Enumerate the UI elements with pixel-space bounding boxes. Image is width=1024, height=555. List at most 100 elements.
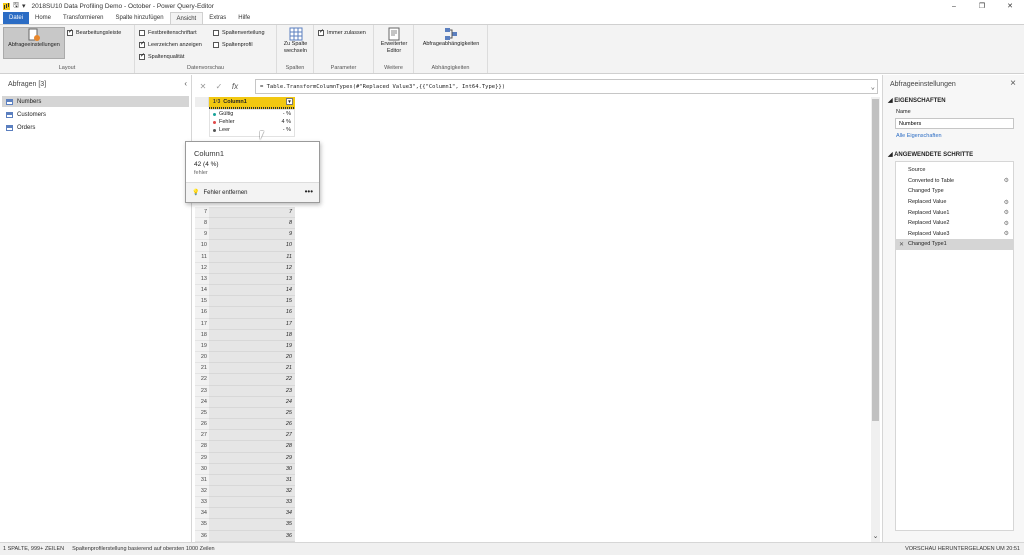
table-row[interactable]: 23 23: [195, 385, 295, 397]
cell-value[interactable]: 19: [209, 340, 295, 353]
table-row[interactable]: 88: [195, 218, 295, 230]
checkbox-monospace[interactable]: [139, 30, 145, 36]
cell-value[interactable]: 16: [209, 307, 295, 319]
close-settings-icon[interactable]: ×: [1010, 78, 1016, 89]
checkbox-formula-bar[interactable]: [67, 28, 73, 36]
minimize-button[interactable]: –: [940, 0, 968, 12]
whitespace-checkbox[interactable]: Leerzeichen anzeigen: [139, 40, 202, 48]
applied-step[interactable]: Source: [896, 165, 1013, 176]
cell-value[interactable]: 8: [209, 218, 295, 230]
applied-step[interactable]: Changed Type: [896, 186, 1013, 197]
cell-value[interactable]: 14: [209, 285, 295, 297]
checkbox-always-allow[interactable]: [318, 28, 324, 36]
tab-ansicht[interactable]: Ansicht: [169, 12, 204, 24]
more-options-icon[interactable]: •••: [305, 187, 313, 196]
checkbox-column-profile[interactable]: [213, 42, 219, 48]
formula-input[interactable]: = Table.TransformColumnTypes(#"Replaced …: [255, 79, 878, 94]
cell-value[interactable]: 23: [209, 385, 295, 397]
checkbox-column-quality[interactable]: [139, 52, 145, 60]
query-item-numbers[interactable]: Numbers: [2, 96, 189, 107]
table-row[interactable]: 77: [195, 207, 295, 219]
table-row[interactable]: 29 29: [195, 452, 295, 464]
tab-hilfe[interactable]: Hilfe: [232, 12, 256, 24]
table-row[interactable]: 15 15: [195, 296, 295, 308]
query-name-input[interactable]: [895, 118, 1014, 129]
cell-value[interactable]: 12: [209, 262, 295, 274]
cancel-formula-icon[interactable]: ✕: [195, 82, 211, 91]
applied-steps-section[interactable]: ◢ ANGEWENDETE SCHRITTE: [888, 151, 973, 158]
table-row[interactable]: 27 27: [195, 430, 295, 442]
remove-errors-action[interactable]: 💡 Fehler entfernen •••: [186, 182, 319, 202]
go-to-column-button[interactable]: Zu Spalte wechseln: [279, 27, 312, 54]
applied-step[interactable]: ✕ Changed Type1: [896, 239, 1013, 250]
column-filter-dropdown-icon[interactable]: ▾: [286, 98, 293, 105]
checkbox-column-distribution[interactable]: [213, 30, 219, 36]
close-window-button[interactable]: ✕: [996, 0, 1024, 12]
quick-access-dropdown-icon[interactable]: ▾: [22, 2, 26, 10]
query-settings-button[interactable]: Abfrageeinstellungen: [3, 27, 65, 59]
step-settings-gear-icon[interactable]: ⚙: [1004, 230, 1009, 237]
query-item-orders[interactable]: Orders: [2, 122, 189, 133]
monospace-checkbox[interactable]: Festbreitenschriftart: [139, 30, 197, 36]
always-allow-checkbox[interactable]: Immer zulassen: [318, 28, 366, 36]
cell-value[interactable]: 32: [209, 486, 295, 498]
scroll-down-icon[interactable]: ⌄: [871, 532, 880, 540]
confirm-formula-icon[interactable]: ✓: [211, 82, 227, 91]
step-settings-gear-icon[interactable]: ⚙: [1004, 177, 1009, 184]
cell-value[interactable]: 25: [209, 407, 295, 420]
applied-step[interactable]: Converted to Table ⚙: [896, 176, 1013, 187]
table-row[interactable]: 18 18: [195, 329, 295, 341]
table-corner-menu[interactable]: [195, 97, 209, 107]
cell-value[interactable]: 17: [209, 318, 295, 330]
cell-value[interactable]: 15: [209, 296, 295, 308]
table-row[interactable]: 33 33: [195, 497, 295, 509]
cell-value[interactable]: 10: [209, 240, 295, 252]
table-row[interactable]: 99: [195, 229, 295, 241]
step-settings-gear-icon[interactable]: ⚙: [1004, 199, 1009, 206]
cell-value[interactable]: 35: [209, 519, 295, 531]
applied-step[interactable]: Replaced Value2 ⚙: [896, 218, 1013, 229]
applied-step[interactable]: Replaced Value3 ⚙: [896, 229, 1013, 240]
table-row[interactable]: 20 20: [195, 352, 295, 364]
tab-transformieren[interactable]: Transformieren: [57, 12, 109, 24]
save-icon[interactable]: 🖫: [13, 1, 19, 12]
tab-extras[interactable]: Extras: [203, 12, 232, 24]
table-row[interactable]: 30 30: [195, 463, 295, 475]
table-row[interactable]: 22 22: [195, 374, 295, 386]
integer-type-icon[interactable]: 1²3: [213, 99, 220, 105]
column-distribution-checkbox[interactable]: Spaltenverteilung: [213, 30, 265, 36]
cell-value[interactable]: 31: [209, 474, 295, 486]
table-row[interactable]: 34 34: [195, 508, 295, 520]
table-row[interactable]: 25 25: [195, 407, 295, 420]
applied-step[interactable]: Replaced Value ⚙: [896, 197, 1013, 208]
cell-value[interactable]: 27: [209, 430, 295, 442]
delete-step-icon[interactable]: ✕: [899, 241, 904, 248]
tab-datei[interactable]: Datei: [3, 12, 30, 24]
expand-formula-icon[interactable]: ⌄: [871, 83, 875, 91]
table-row[interactable]: 24 24: [195, 396, 295, 408]
formula-bar-checkbox[interactable]: Bearbeitungsleiste: [67, 28, 121, 36]
scrollbar-thumb[interactable]: [872, 99, 879, 421]
cell-value[interactable]: 18: [209, 329, 295, 341]
column-profile-checkbox[interactable]: Spaltenprofil: [213, 42, 253, 48]
cell-value[interactable]: 34: [209, 508, 295, 520]
cell-value[interactable]: 13: [209, 273, 295, 286]
table-row[interactable]: 14 14: [195, 285, 295, 297]
table-row[interactable]: 26 26: [195, 419, 295, 431]
cell-value[interactable]: 24: [209, 396, 295, 408]
collapse-queries-icon[interactable]: ‹: [184, 79, 187, 88]
cell-value[interactable]: 7: [209, 207, 295, 219]
query-dependencies-button[interactable]: Abfrageabhängigkeiten: [417, 27, 485, 48]
cell-value[interactable]: 11: [209, 251, 295, 263]
table-row[interactable]: 21 21: [195, 363, 295, 375]
maximize-button[interactable]: ❐: [968, 0, 996, 12]
fx-icon[interactable]: fx: [227, 82, 243, 91]
grid-vertical-scrollbar[interactable]: ⌄: [871, 97, 880, 542]
cell-value[interactable]: 21: [209, 363, 295, 375]
table-row[interactable]: 10 10: [195, 240, 295, 252]
checkbox-whitespace[interactable]: [139, 40, 145, 48]
cell-value[interactable]: 33: [209, 497, 295, 509]
applied-step[interactable]: Replaced Value1 ⚙: [896, 207, 1013, 218]
all-properties-link[interactable]: Alle Eigenschaften: [896, 133, 942, 139]
table-row[interactable]: 11 11: [195, 251, 295, 263]
